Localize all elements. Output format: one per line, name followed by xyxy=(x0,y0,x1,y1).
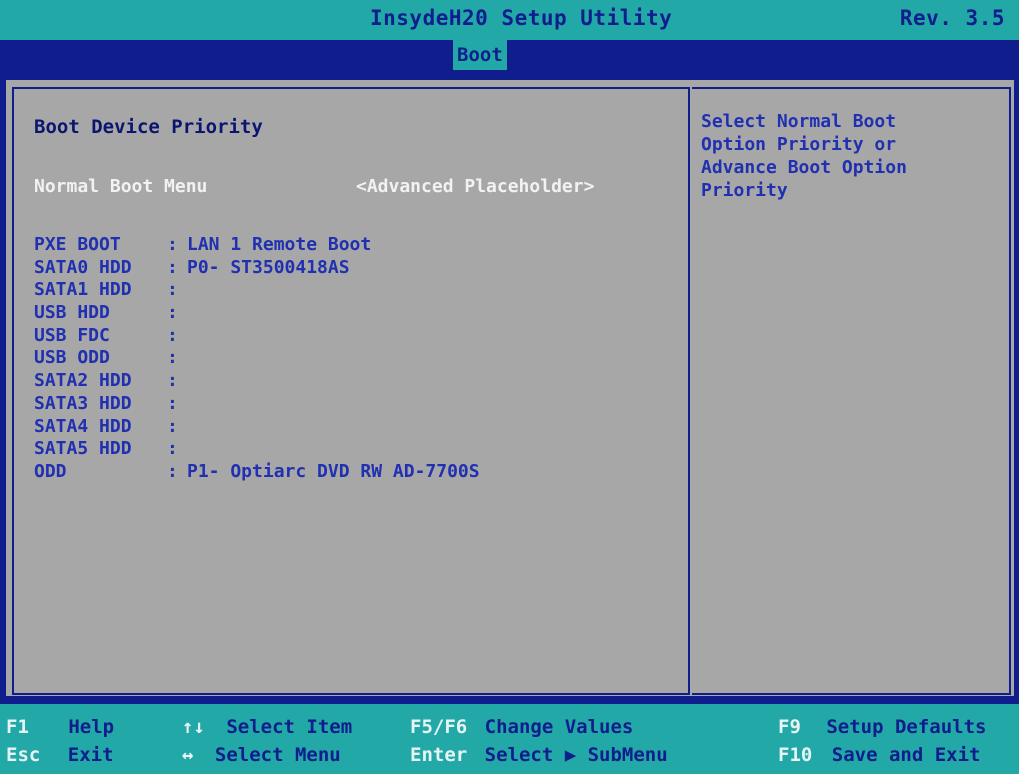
boot-device-label: ODD xyxy=(34,460,67,482)
separator: : xyxy=(167,370,178,392)
boot-device-label: USB HDD xyxy=(34,302,110,324)
help-line: Option Priority or xyxy=(701,134,897,155)
key-name: F5/F6 xyxy=(410,716,468,738)
key-change-values[interactable]: F5/F6 Change Values xyxy=(410,716,633,738)
key-exit[interactable]: Esc Exit xyxy=(6,744,114,766)
boot-device-label: SATA1 HDD xyxy=(34,279,132,301)
boot-device-label: USB ODD xyxy=(34,347,110,369)
separator: : xyxy=(167,415,178,437)
normal-boot-menu-label[interactable]: Normal Boot Menu xyxy=(34,176,207,197)
boot-device-value: P1- Optiarc DVD RW AD-7700S xyxy=(187,460,480,482)
separator: : xyxy=(167,460,178,482)
key-action: Select Item xyxy=(226,716,353,738)
title-bar: InsydeH20 Setup Utility Rev. 3.5 xyxy=(0,0,1019,40)
boot-device-label: SATA2 HDD xyxy=(34,370,132,392)
key-action: Save and Exit xyxy=(831,744,981,766)
boot-device-label: PXE BOOT xyxy=(34,234,121,255)
key-name: F10 xyxy=(778,744,813,766)
help-line: Priority xyxy=(701,180,788,201)
help-line: Advance Boot Option xyxy=(701,157,907,178)
separator: : xyxy=(167,392,178,414)
boot-device-value: LAN 1 Remote Boot xyxy=(187,234,372,255)
separator: : xyxy=(167,438,178,460)
key-name: Enter xyxy=(410,744,468,766)
key-action: Help xyxy=(68,716,115,738)
separator: : xyxy=(167,256,178,278)
key-submenu[interactable]: Enter Select ▶ SubMenu xyxy=(410,744,668,766)
tab-boot[interactable]: Boot xyxy=(453,40,507,70)
separator: : xyxy=(167,234,178,255)
key-name: ↑↓ xyxy=(182,716,205,738)
boot-device-label: SATA5 HDD xyxy=(34,438,132,460)
section-title: Boot Device Priority xyxy=(34,116,263,138)
key-action: Select Menu xyxy=(214,744,341,766)
key-name: ↔ xyxy=(182,744,194,766)
key-name: F1 xyxy=(6,716,29,738)
help-line: Select Normal Boot xyxy=(701,111,897,132)
boot-device-label: USB FDC xyxy=(34,324,110,346)
key-help[interactable]: F1 Help xyxy=(6,716,114,738)
key-name: F9 xyxy=(778,716,801,738)
separator: : xyxy=(167,324,178,346)
boot-device-label: SATA4 HDD xyxy=(34,415,132,437)
tab-bar xyxy=(0,40,1019,70)
separator: : xyxy=(167,279,178,301)
normal-boot-menu-value[interactable]: <Advanced Placeholder> xyxy=(356,176,594,197)
key-action: Setup Defaults xyxy=(826,716,987,738)
key-legend-bar: F1 Help ↑↓ Select Item F5/F6 Change Valu… xyxy=(0,704,1019,774)
key-action: Change Values xyxy=(484,716,634,738)
key-action: Select ▶ SubMenu xyxy=(484,744,668,766)
boot-device-label: SATA3 HDD xyxy=(34,392,132,414)
separator: : xyxy=(167,302,178,324)
app-title: InsydeH20 Setup Utility xyxy=(370,6,673,30)
key-name: Esc xyxy=(6,744,41,766)
key-save-exit[interactable]: F10 Save and Exit xyxy=(778,744,981,766)
boot-device-label: SATA0 HDD xyxy=(34,256,132,278)
help-text: Select Normal Boot Option Priority or Ad… xyxy=(701,110,1001,202)
boot-device-value: P0- ST3500418AS xyxy=(187,256,350,278)
separator: : xyxy=(167,347,178,369)
key-select-item[interactable]: ↑↓ Select Item xyxy=(182,716,352,738)
key-action: Exit xyxy=(67,744,114,766)
revision-label: Rev. 3.5 xyxy=(899,6,1005,30)
key-setup-defaults[interactable]: F9 Setup Defaults xyxy=(778,716,987,738)
key-select-menu[interactable]: ↔ Select Menu xyxy=(182,744,341,766)
